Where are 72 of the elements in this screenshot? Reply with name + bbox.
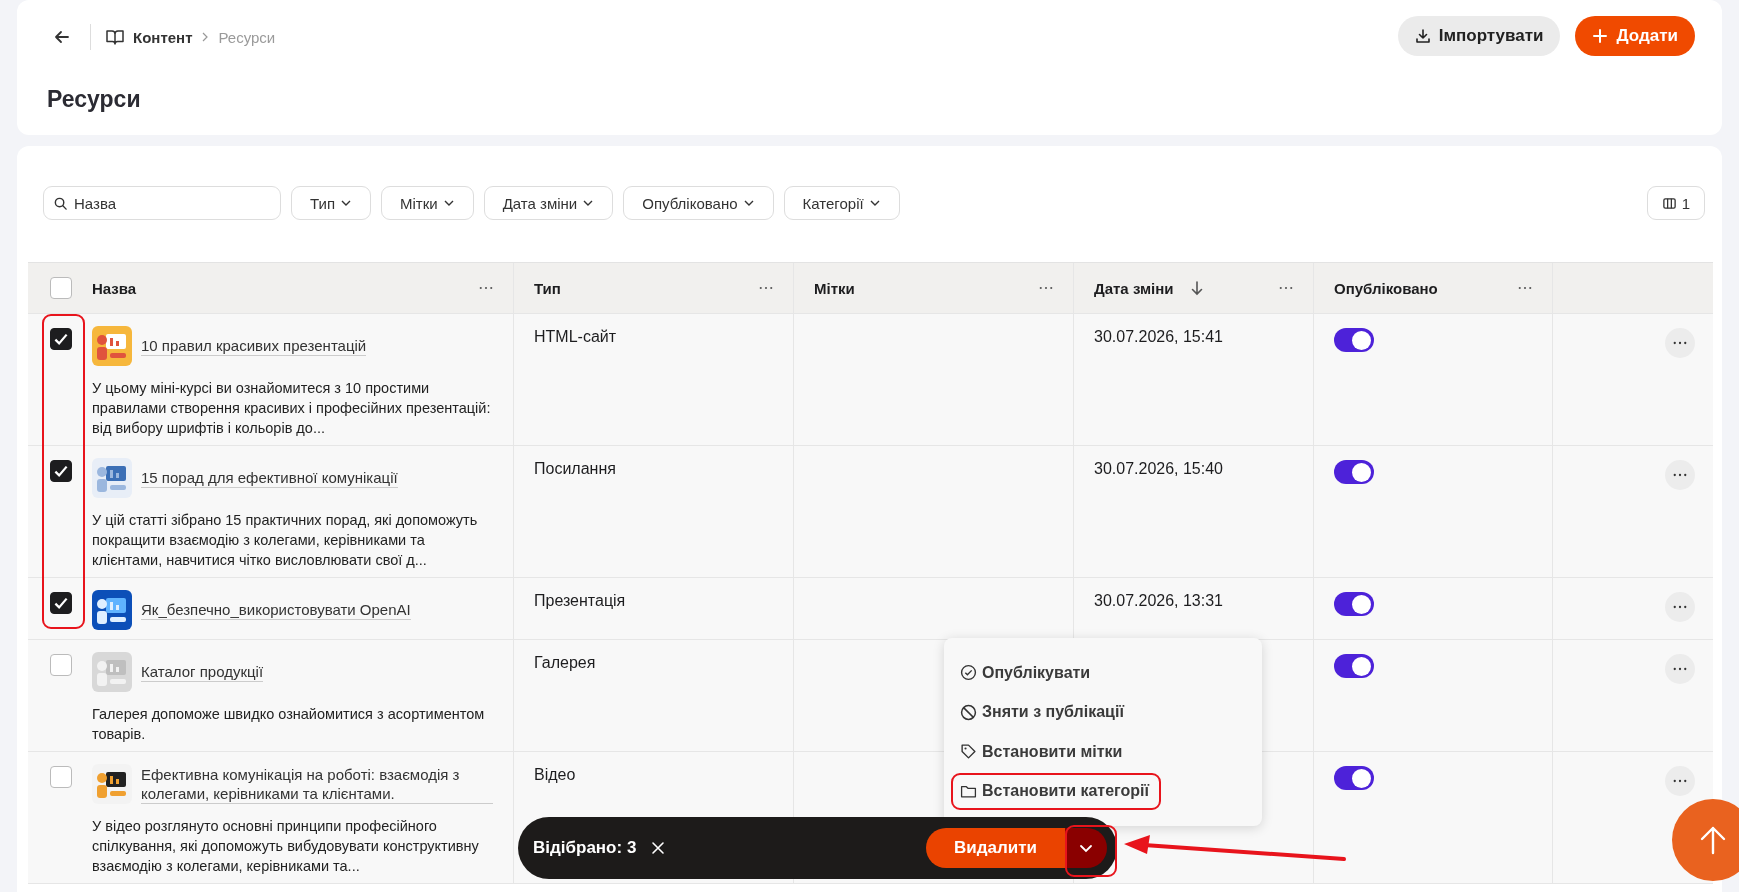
arrow-down-icon[interactable]	[1189, 280, 1204, 296]
publish-toggle[interactable]	[1334, 592, 1374, 616]
more-icon	[1673, 667, 1687, 671]
resource-description: У цій статті зібрано 15 практичних порад, які допоможуть покращити взаємодію з колегами, керівниками та клієнтами, навчитися чітко висловлювати свої д...	[92, 511, 479, 570]
type-text: Посилання	[534, 460, 616, 478]
dropdown-toggle-button[interactable]	[1065, 828, 1107, 868]
search-icon	[53, 196, 68, 211]
date-text: 30.07.2026, 15:40	[1094, 460, 1223, 478]
plus-icon	[1592, 28, 1609, 44]
more-icon	[1673, 341, 1687, 345]
select-all-checkbox[interactable]	[50, 277, 72, 299]
row-checkbox[interactable]	[50, 592, 72, 614]
more-icon[interactable]	[479, 286, 493, 290]
column-header: Назва	[92, 279, 137, 297]
menu-item[interactable]: Встановити категорії	[951, 772, 1161, 810]
date-text: 30.07.2026, 15:41	[1094, 328, 1223, 346]
menu-item[interactable]: Зняти з публікації	[951, 693, 1136, 731]
resource-title-link[interactable]: Каталог продукції	[141, 662, 264, 682]
publish-toggle[interactable]	[1334, 766, 1374, 790]
more-icon[interactable]	[1279, 286, 1293, 290]
resource-description: У цьому міні-курсі ви ознайомитеся з 10 простими правилами створення красивих і професійних презентацій: від вибору шрифтів і кольорів до...	[92, 379, 492, 438]
publish-toggle[interactable]	[1334, 328, 1374, 352]
columns-button[interactable]: 1	[1646, 186, 1705, 220]
column-header: Дата зміни	[1094, 279, 1174, 297]
filter-dropdown[interactable]: Мітки	[381, 186, 474, 220]
filter-dropdown[interactable]: Дата зміни	[483, 186, 614, 220]
row-checkbox[interactable]	[50, 766, 72, 788]
menu-item[interactable]: Встановити мітки	[951, 733, 1135, 771]
more-icon[interactable]	[759, 286, 773, 290]
delete-button[interactable]: Видалити	[926, 828, 1065, 868]
tag-icon	[960, 743, 977, 761]
filter-dropdown[interactable]: Опубліковано	[623, 186, 774, 220]
row-checkbox[interactable]	[50, 460, 72, 482]
book-icon	[105, 27, 125, 47]
resource-title-link[interactable]: Як_безпечно_використовувати OpenAI	[141, 600, 411, 620]
type-text: Відео	[534, 766, 576, 784]
column-header: Тип	[534, 279, 561, 297]
date-text: 30.07.2026, 13:31	[1094, 592, 1223, 610]
row-checkbox[interactable]	[50, 328, 72, 350]
column-header: Опубліковано	[1334, 279, 1438, 297]
column-header: Мітки	[814, 279, 855, 297]
columns-icon	[1661, 195, 1677, 211]
resource-description: У відео розглянуто основні принципи професійного спілкування, які допоможуть вибудовувати конструктивну взаємодію з колегами, керівниками та...	[92, 817, 480, 876]
filter-dropdown[interactable]: Категорії	[783, 186, 900, 220]
publish-toggle[interactable]	[1334, 654, 1374, 678]
type-text: Галерея	[534, 654, 596, 672]
download-icon	[1414, 28, 1431, 44]
page-title: Ресурси	[47, 86, 141, 113]
resource-description: Галерея допоможе швидко ознайомитися з асортиментом товарів.	[92, 705, 486, 744]
resource-title-link[interactable]: 10 правил красивих презентацій	[141, 336, 367, 356]
row-checkbox[interactable]	[50, 654, 72, 676]
resource-title-link[interactable]: Ефективна комунікація на роботі: взаємодія з колегами, керівниками та клієнтами.	[141, 764, 493, 804]
check-circle-icon	[960, 664, 977, 682]
publish-toggle[interactable]	[1334, 460, 1374, 484]
search-field[interactable]: Назва	[43, 186, 281, 220]
more-icon	[1673, 605, 1687, 609]
add-button[interactable]: Додати	[1575, 16, 1695, 56]
arrow-up-icon	[1698, 825, 1728, 855]
more-icon	[1673, 779, 1687, 783]
more-icon[interactable]	[1039, 286, 1053, 290]
type-text: HTML-сайт	[534, 328, 617, 346]
resource-title-link[interactable]: 15 порад для ефективної комунікації	[141, 468, 398, 488]
breadcrumb-link[interactable]: Контент	[133, 28, 193, 46]
forbidden-icon	[960, 703, 977, 721]
more-icon	[1673, 473, 1687, 477]
filter-dropdown[interactable]: Тип	[291, 186, 371, 220]
more-icon[interactable]	[1518, 286, 1532, 290]
selection-count: Відібрано: 3	[533, 838, 637, 858]
type-text: Презентація	[534, 592, 626, 610]
import-button[interactable]: Імпортувати	[1397, 16, 1561, 56]
menu-item[interactable]: Опублікувати	[951, 654, 1103, 692]
close-icon[interactable]	[650, 840, 667, 856]
